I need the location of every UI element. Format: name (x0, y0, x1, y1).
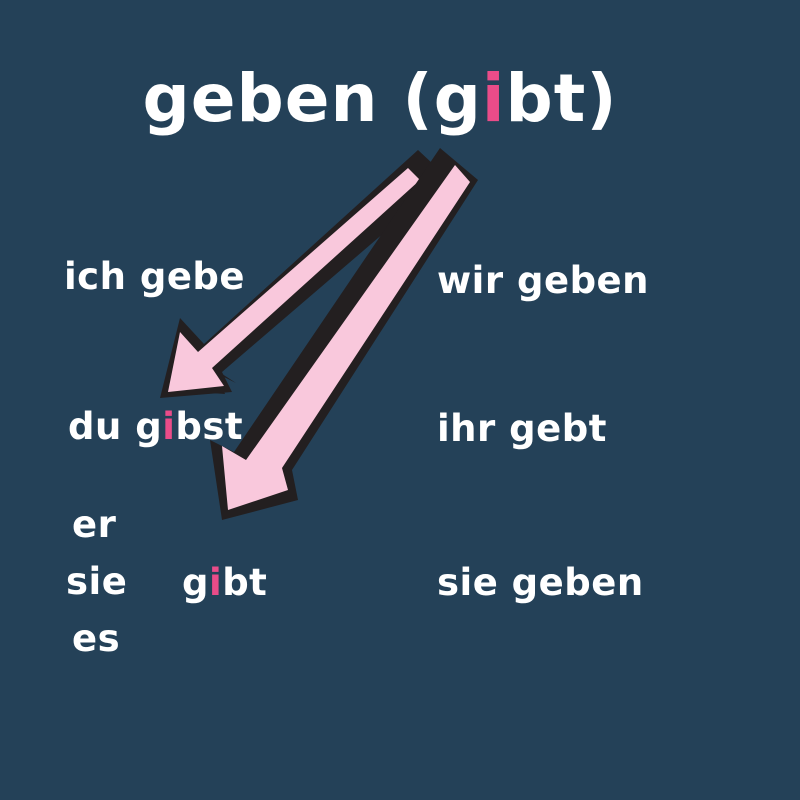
form-er-end: bt (222, 561, 268, 604)
form-ich-text: ich gebe (64, 255, 245, 298)
form-du: du gibst (68, 408, 243, 445)
form-er-sie-es: gibt (182, 564, 267, 601)
form-wir: wir geben (437, 259, 649, 302)
form-du-end: bst (175, 405, 244, 448)
pronoun-es: es (72, 617, 121, 660)
pronoun-er: er (72, 503, 117, 546)
pronoun-sie: sie (66, 560, 128, 603)
form-ich: ich gebe (64, 258, 245, 295)
conjugation-diagram: geben (gibt) ich gebe du gibst er sie es… (0, 0, 800, 800)
form-er-start: g (182, 561, 209, 604)
form-ihr: ihr gebt (437, 407, 607, 450)
arrows (160, 145, 478, 520)
form-sie-plural: sie geben (437, 561, 644, 604)
form-du-pronoun: du (68, 405, 136, 448)
form-er-vowel-highlight: i (209, 561, 223, 604)
form-du-vowel-highlight: i (162, 405, 176, 448)
form-du-start: g (135, 405, 163, 448)
